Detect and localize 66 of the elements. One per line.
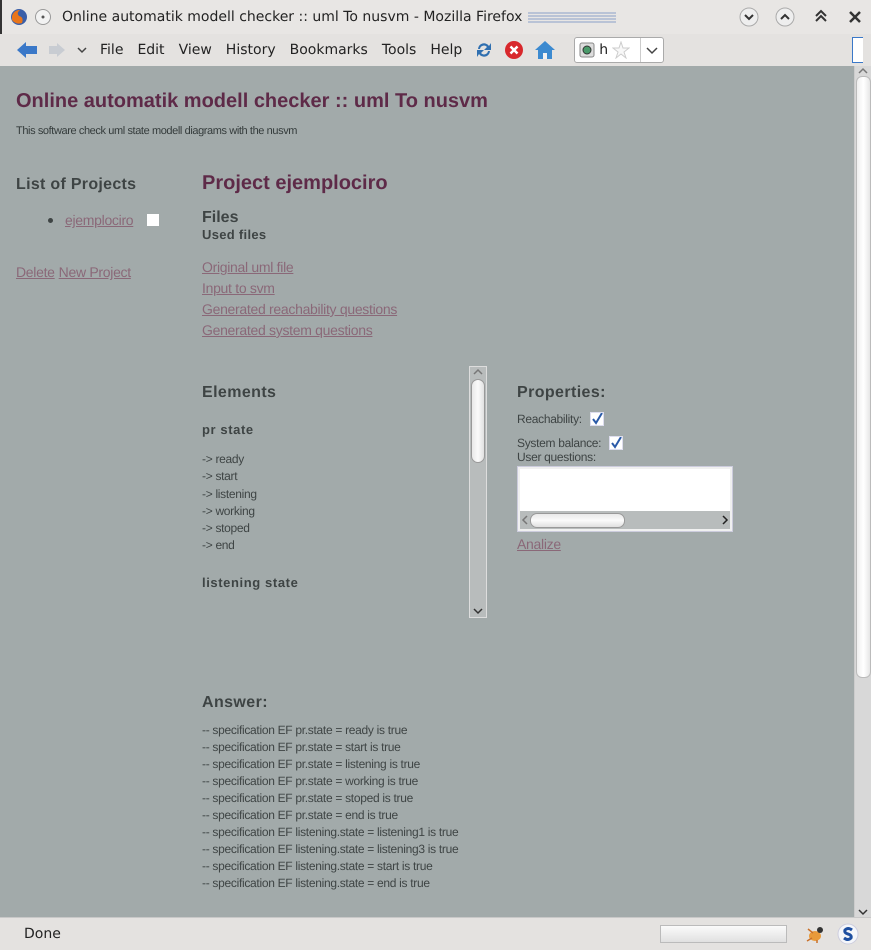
menu-item[interactable]: View — [178, 42, 212, 58]
answer-heading: Answer: — [202, 694, 269, 712]
projects-heading: List of Projects — [16, 176, 138, 194]
menu-item[interactable]: Tools — [382, 42, 416, 58]
address-text: h — [599, 42, 608, 58]
site-icon — [579, 42, 596, 58]
answer-line: -- specification EF pr.state = end is true — [202, 807, 399, 824]
answer-line: -- specification EF listening.state = start is true — [202, 858, 434, 875]
page-scrollbar[interactable] — [854, 66, 871, 917]
option-label: Reachability: — [517, 412, 582, 426]
files-heading: Files — [202, 209, 240, 227]
transition-item: -> listening — [202, 486, 258, 503]
state-title: pr state — [202, 422, 255, 437]
close-icon[interactable] — [847, 9, 863, 25]
answer-line: -- specification EF pr.state = ready is true — [202, 722, 408, 739]
answer-line: -- specification EF listening.state = listening1 is true — [202, 824, 460, 841]
s-logo-icon[interactable] — [837, 923, 859, 945]
elements-heading: Elements — [202, 384, 278, 402]
option-label: System balance: — [517, 436, 602, 450]
answer-line: -- specification EF pr.state = stoped is true — [202, 790, 414, 807]
home-icon[interactable] — [534, 40, 556, 60]
transition-item: -> start — [202, 468, 238, 486]
questions-label: User questions: — [517, 450, 597, 464]
answer-line: -- specification EF listening.state = listening3 is true — [202, 841, 460, 858]
answer-line: -- specification EF pr.state = listening is true — [202, 756, 422, 773]
dropdown-icon[interactable] — [76, 45, 88, 55]
scroll-up-icon[interactable] — [471, 367, 485, 377]
used-files-heading: Used files — [202, 227, 268, 242]
project-title: Project ejemplociro — [202, 172, 389, 195]
scrollbar-thumb[interactable] — [856, 76, 870, 678]
minimize-icon[interactable] — [739, 7, 759, 27]
option-checkbox[interactable] — [590, 412, 604, 426]
transition-item: -> ready — [202, 451, 246, 468]
answer-line: -- specification EF listening.state = end is true — [202, 875, 431, 892]
status-text: Done — [24, 926, 61, 942]
state-title: listening state — [202, 574, 300, 590]
search-field[interactable] — [852, 37, 863, 63]
scroll-down-icon[interactable] — [856, 907, 870, 917]
transition-item: -> end — [202, 537, 236, 554]
menu-item[interactable]: Help — [430, 42, 462, 58]
stop-icon[interactable] — [504, 40, 524, 60]
option-checkbox[interactable] — [609, 436, 624, 450]
scrollbar-thumb[interactable] — [530, 512, 625, 528]
maximize-icon[interactable] — [775, 7, 795, 27]
window-title: Online automatik modell checker :: uml To nusvm - Mozilla Firefox — [62, 9, 522, 25]
star-icon[interactable] — [612, 41, 630, 59]
properties-heading: Properties: — [517, 384, 607, 402]
scroll-left-icon[interactable] — [520, 513, 530, 527]
page-title: Online automatik modell checker :: uml To nusvm — [16, 90, 489, 113]
bullet-icon — [48, 218, 53, 222]
back-arrow-icon[interactable] — [16, 41, 38, 59]
answer-line: -- specification EF pr.state = working is true — [202, 773, 419, 790]
menu-item[interactable]: History — [226, 42, 276, 58]
menu-item[interactable]: Edit — [137, 42, 165, 58]
menu-item[interactable]: Bookmarks — [290, 42, 368, 58]
menu-item[interactable]: File — [100, 42, 124, 58]
answer-line: -- specification EF pr.state = start is true — [202, 739, 402, 756]
scroll-up-icon[interactable] — [856, 66, 870, 76]
address-field[interactable]: h — [574, 37, 664, 63]
transition-item: -> stoped — [202, 520, 251, 538]
scroll-right-icon[interactable] — [720, 513, 730, 527]
scrollbar-thumb[interactable] — [471, 379, 485, 463]
scrollbar[interactable] — [469, 366, 487, 618]
transition-item: -> working — [202, 502, 256, 520]
page-subtitle: This software check uml state modell diagrams with the nusvm — [16, 125, 298, 137]
project-checkbox[interactable] — [147, 214, 160, 226]
